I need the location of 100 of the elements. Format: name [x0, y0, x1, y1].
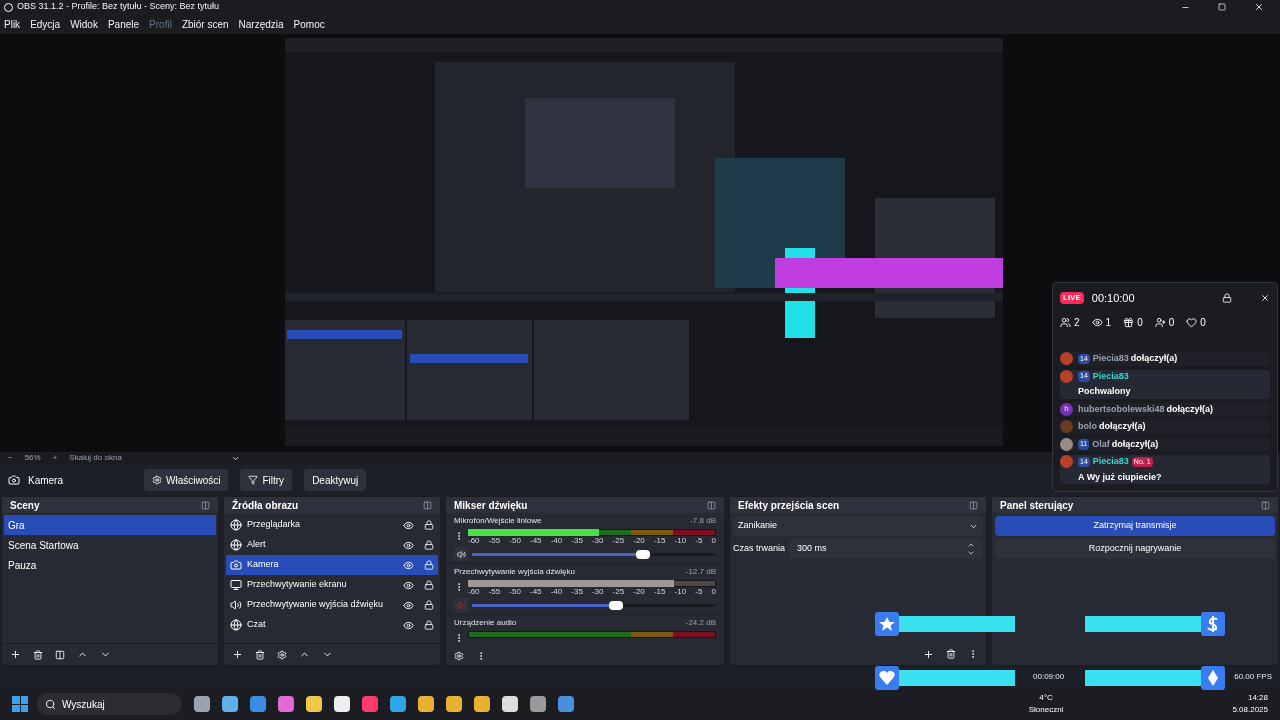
scale-tick: -40	[550, 536, 563, 546]
control-button[interactable]: Rozpocznij nagrywanie	[995, 539, 1275, 559]
taskbar-app-icon[interactable]	[502, 696, 518, 712]
zoom-out-button[interactable]: −	[8, 452, 13, 464]
lock-icon[interactable]	[424, 600, 434, 610]
lock-icon[interactable]	[424, 520, 434, 530]
start-icon[interactable]	[12, 696, 28, 712]
channel-name: Mikrofon/Wejście liniowe	[454, 515, 542, 527]
float-icon[interactable]	[707, 500, 716, 510]
menu-item[interactable]: Pomoc	[293, 16, 325, 32]
source-label: Czat	[247, 618, 267, 632]
menu-item[interactable]: Narzędzia	[238, 16, 284, 32]
taskbar-app-icon[interactable]	[362, 696, 378, 712]
menu-item[interactable]: Zbiór scen	[181, 16, 229, 32]
float-icon[interactable]	[423, 500, 432, 510]
source-item[interactable]: Kamera	[226, 555, 438, 575]
taskbar-app-icon[interactable]	[390, 696, 406, 712]
source-item[interactable]: Alert	[226, 535, 438, 555]
scale-tick: -10	[674, 587, 687, 597]
float-icon[interactable]	[201, 500, 210, 510]
settings-icon[interactable]	[277, 649, 287, 660]
close-icon[interactable]	[1254, 2, 1264, 12]
message-text: dołączył(a)	[1111, 437, 1159, 451]
volume-slider[interactable]	[472, 603, 716, 607]
taskbar-app-icon[interactable]	[278, 696, 294, 712]
source-item[interactable]: Przechwytywanie wyjścia dźwięku	[226, 595, 438, 615]
scale-dropdown[interactable]: Skaluj do okna	[69, 452, 220, 464]
visibility-icon[interactable]	[403, 599, 414, 611]
lock-icon[interactable]	[424, 580, 434, 590]
globe-icon	[230, 619, 242, 631]
lock-icon[interactable]	[1222, 293, 1232, 304]
menu-item[interactable]: Panele	[107, 16, 140, 32]
scale-tick: -15	[653, 587, 666, 597]
taskbar-app-icon[interactable]	[306, 696, 322, 712]
add-icon[interactable]	[10, 649, 21, 660]
increment-icon[interactable]	[967, 541, 975, 549]
add-icon[interactable]	[923, 648, 934, 660]
scale-tick: 0	[711, 536, 716, 546]
visibility-icon[interactable]	[403, 579, 414, 591]
visibility-icon[interactable]	[403, 619, 414, 631]
lock-icon[interactable]	[424, 540, 434, 550]
duration-field[interactable]: 300 ms	[789, 539, 983, 559]
scene-item[interactable]: Pauza	[4, 555, 216, 575]
taskbar-app-icon[interactable]	[558, 696, 574, 712]
toolbar-button[interactable]: Właściwości	[144, 469, 229, 491]
user-name: Olaf	[1092, 437, 1110, 451]
lock-icon[interactable]	[424, 560, 434, 570]
volume-slider[interactable]	[472, 552, 716, 556]
scale-tick: -25	[612, 587, 625, 597]
toolbar-button[interactable]: Deaktywuj	[304, 469, 367, 491]
menu-item[interactable]: Widok	[70, 16, 98, 32]
stat-value: 0	[1137, 315, 1143, 330]
maximize-icon[interactable]	[1218, 3, 1226, 11]
source-item[interactable]: Czat	[226, 615, 438, 635]
mute-button[interactable]	[454, 547, 468, 561]
toolbar-button[interactable]: Filtry	[240, 469, 293, 491]
delete-icon[interactable]	[33, 649, 43, 660]
scale-tick: -20	[633, 587, 645, 597]
transition-dropdown[interactable]: Zanikanie	[733, 516, 983, 536]
decrement-icon[interactable]	[967, 549, 975, 557]
lock-icon[interactable]	[424, 620, 434, 630]
taskbar-app-icon[interactable]	[222, 696, 238, 712]
scale-tick: -60	[468, 587, 480, 597]
visibility-icon[interactable]	[403, 539, 414, 551]
source-item[interactable]: Przechwytywanie ekranu	[226, 575, 438, 595]
slider-handle[interactable]	[608, 600, 623, 610]
scale-tick: -15	[653, 536, 666, 546]
taskbar-app-icon[interactable]	[474, 696, 490, 712]
taskbar-app-icon[interactable]	[418, 696, 434, 712]
slider-handle[interactable]	[635, 549, 650, 559]
delete-icon[interactable]	[255, 649, 265, 660]
float-icon[interactable]	[969, 500, 978, 510]
search-field[interactable]: Wyszukaj	[37, 693, 182, 715]
zoom-in-button[interactable]: +	[52, 452, 58, 464]
visibility-icon[interactable]	[403, 519, 414, 531]
close-icon[interactable]	[1260, 293, 1270, 304]
clock-date: 5.08.2025	[1232, 704, 1268, 716]
meter-segment	[673, 581, 715, 586]
scene-item[interactable]: Gra	[4, 515, 216, 535]
taskbar-app-icon[interactable]	[530, 696, 546, 712]
menu-item[interactable]: Edycja	[30, 16, 61, 32]
taskbar-app-icon[interactable]	[446, 696, 462, 712]
channel-reading: -24.2 dB	[685, 617, 716, 629]
float-icon[interactable]	[1261, 500, 1270, 510]
source-label: Kamera	[247, 558, 280, 572]
visibility-icon[interactable]	[403, 559, 414, 571]
menu-item[interactable]: Plik	[4, 16, 21, 32]
source-label: Alert	[247, 538, 267, 552]
add-icon[interactable]	[232, 649, 243, 660]
delete-icon[interactable]	[946, 649, 956, 659]
taskbar-app-icon[interactable]	[194, 696, 210, 712]
scene-item[interactable]: Scena Startowa	[4, 535, 216, 555]
user-name: Piecia83	[1092, 455, 1129, 468]
source-name: Kamera	[28, 473, 64, 488]
control-button[interactable]: Zatrzymaj transmisje	[995, 516, 1275, 536]
source-item[interactable]: Przeglądarka	[226, 515, 438, 535]
taskbar-app-icon[interactable]	[334, 696, 350, 712]
taskbar-app-icon[interactable]	[250, 696, 266, 712]
scale-tick: -50	[509, 536, 521, 546]
settings-icon[interactable]	[454, 651, 464, 661]
